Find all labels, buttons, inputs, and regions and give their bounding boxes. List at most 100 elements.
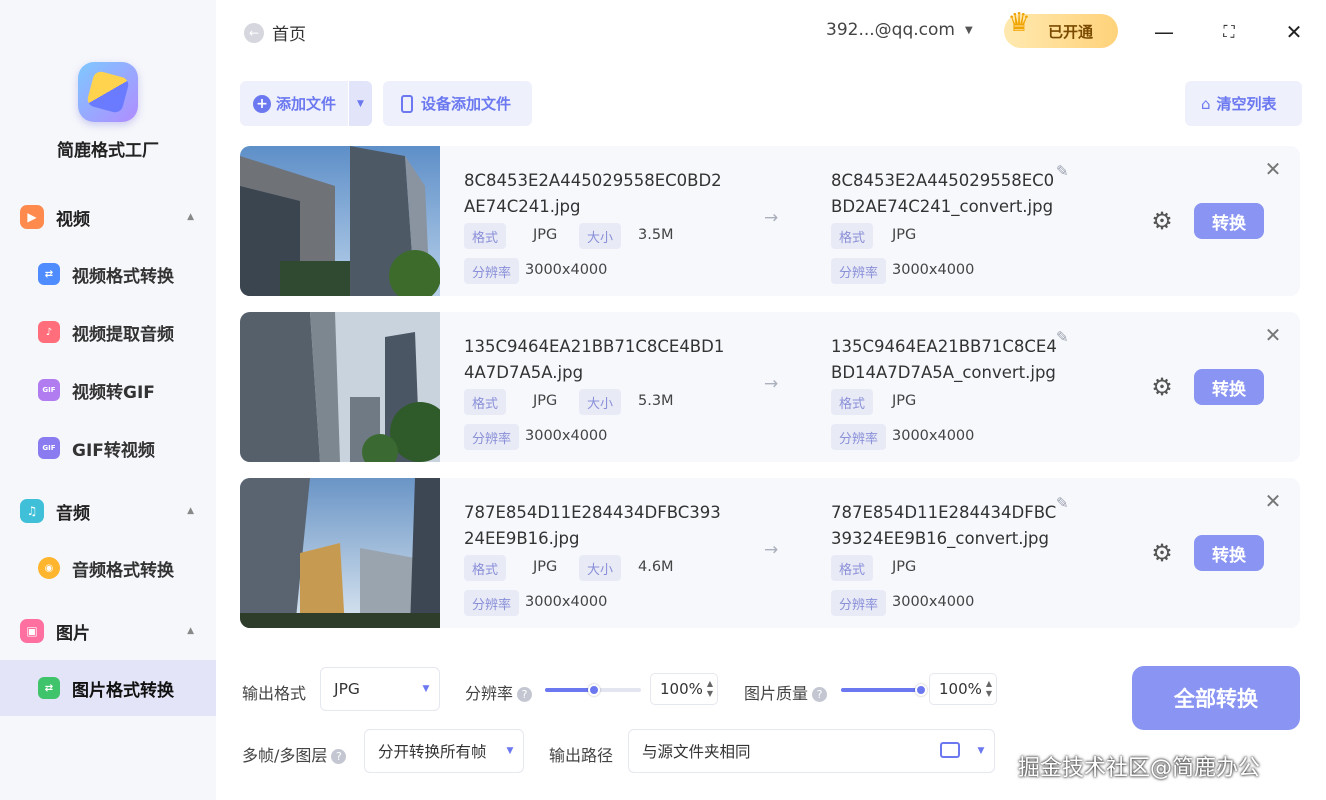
video-to-gif-icon: GIF — [38, 379, 60, 401]
convert-all-button[interactable]: 全部转换 — [1132, 666, 1300, 730]
resolution-tag: 分辨率 — [464, 258, 520, 284]
format-tag: 格式 — [831, 389, 874, 415]
remove-file-icon[interactable]: ✕ — [1262, 158, 1284, 180]
edit-name-icon[interactable]: ✎ — [1056, 328, 1069, 346]
dropdown-caret-icon: ▼ — [977, 746, 985, 756]
source-size: 4.6M — [638, 559, 674, 575]
collapse-caret-icon: ▲ — [187, 626, 194, 636]
folder-icon[interactable] — [940, 742, 960, 758]
sidebar-group-video[interactable]: ▶ 视频 ▲ — [0, 195, 216, 239]
sidebar-item-label: 图片格式转换 — [72, 680, 174, 701]
clear-list-label: 清空列表 — [1216, 95, 1277, 113]
sidebar-item-label: GIF转视频 — [72, 440, 155, 461]
dropdown-caret-icon: ▼ — [506, 746, 514, 756]
sidebar-group-label: 图片 — [56, 623, 90, 644]
resolution-label: 分辨率? — [465, 680, 533, 704]
output-filename: 787E854D11E284434DFBC39324EE9B16_convert… — [831, 503, 1057, 548]
sidebar-item-image-convert[interactable]: ⇄ 图片格式转换 — [0, 660, 216, 716]
output-resolution: 3000x4000 — [892, 594, 975, 610]
format-tag: 格式 — [464, 555, 507, 581]
add-file-dropdown[interactable]: ▼ — [348, 81, 372, 126]
maximize-icon: ⛶ — [1223, 22, 1235, 41]
edit-name-icon[interactable]: ✎ — [1056, 162, 1069, 180]
sidebar-group-audio[interactable]: ♫ 音频 ▲ — [0, 489, 216, 533]
resolution-tag: 分辨率 — [831, 590, 887, 616]
resolution-stepper[interactable]: 100% ▲ ▼ — [650, 673, 718, 705]
back-arrow-icon: ← — [244, 22, 264, 43]
output-path-select[interactable]: 与源文件夹相同 ▼ — [628, 729, 995, 773]
settings-gear-icon[interactable]: ⚙ — [1150, 209, 1174, 233]
sidebar-item-extract-audio[interactable]: ♪ 视频提取音频 — [0, 304, 216, 360]
multiframe-label: 多帧/多图层? — [242, 742, 347, 766]
output-filename: 135C9464EA21BB71C8CE4BD14A7D7A5A_convert… — [831, 337, 1057, 382]
help-icon[interactable]: ? — [517, 687, 533, 702]
settings-gear-icon[interactable]: ⚙ — [1150, 375, 1174, 399]
back-label: 首页 — [272, 25, 306, 45]
sidebar-group-label: 视频 — [56, 209, 90, 230]
source-format: JPG — [533, 393, 558, 409]
convert-button[interactable]: 转换 — [1194, 369, 1264, 405]
collapse-caret-icon: ▲ — [187, 212, 194, 222]
source-filename: 787E854D11E284434DFBC39324EE9B16.jpg — [464, 503, 721, 548]
output-format-label: 输出格式 — [242, 684, 307, 703]
size-tag: 大小 — [579, 555, 622, 581]
resolution-tag: 分辨率 — [464, 424, 520, 450]
clear-list-button[interactable]: ⌂ 清空列表 — [1185, 81, 1302, 126]
sidebar-item-label: 视频格式转换 — [72, 266, 174, 287]
maximize-button[interactable]: ⛶ — [1215, 18, 1243, 46]
slider-handle[interactable] — [588, 684, 600, 696]
source-resolution: 3000x4000 — [525, 594, 608, 610]
sidebar-group-label: 音频 — [56, 503, 90, 524]
output-resolution: 3000x4000 — [892, 262, 975, 278]
gif-to-video-icon: GIF — [38, 437, 60, 459]
size-tag: 大小 — [579, 223, 622, 249]
help-icon[interactable]: ? — [331, 749, 347, 764]
account-dropdown[interactable]: 392...@qq.com ▼ — [826, 20, 973, 40]
format-tag: 格式 — [831, 223, 874, 249]
edit-name-icon[interactable]: ✎ — [1056, 494, 1069, 512]
source-filename: 135C9464EA21BB71C8CE4BD14A7D7A5A.jpg — [464, 337, 725, 382]
remove-file-icon[interactable]: ✕ — [1262, 324, 1284, 346]
output-format-select[interactable]: JPG ▼ — [320, 667, 440, 711]
output-format: JPG — [892, 227, 917, 243]
resolution-slider[interactable] — [545, 684, 641, 696]
remove-file-icon[interactable]: ✕ — [1262, 490, 1284, 512]
resolution-tag: 分辨率 — [831, 258, 887, 284]
quality-slider[interactable] — [841, 684, 927, 696]
help-icon[interactable]: ? — [812, 687, 828, 702]
multiframe-select[interactable]: 分开转换所有帧 ▼ — [364, 729, 524, 773]
add-file-button[interactable]: + 添加文件 ▼ — [240, 81, 372, 126]
settings-gear-icon[interactable]: ⚙ — [1150, 541, 1174, 565]
quality-label: 图片质量? — [744, 680, 828, 704]
back-home-button[interactable]: ← 首页 — [244, 20, 306, 45]
dropdown-caret-icon: ▼ — [964, 24, 973, 36]
convert-button[interactable]: 转换 — [1194, 203, 1264, 239]
quality-stepper[interactable]: 100% ▲ ▼ — [929, 673, 997, 705]
sidebar-item-video-to-gif[interactable]: GIF 视频转GIF — [0, 362, 216, 418]
sidebar-item-gif-to-video[interactable]: GIF GIF转视频 — [0, 420, 216, 476]
sidebar-item-audio-convert[interactable]: ◉ 音频格式转换 — [0, 540, 216, 596]
stepper-arrows-icon[interactable]: ▲ ▼ — [707, 679, 713, 699]
device-add-file-button[interactable]: 设备添加文件 — [383, 81, 532, 126]
sidebar-item-video-convert[interactable]: ⇄ 视频格式转换 — [0, 246, 216, 302]
output-format-value: JPG — [334, 680, 360, 698]
format-tag: 格式 — [831, 555, 874, 581]
sidebar-item-label: 视频提取音频 — [72, 324, 174, 345]
minimize-icon: — — [1154, 20, 1174, 44]
arrow-right-icon: → — [764, 374, 779, 394]
slider-handle[interactable] — [915, 684, 927, 696]
sidebar-group-image[interactable]: ▣ 图片 ▲ — [0, 609, 216, 653]
minimize-button[interactable]: — — [1150, 18, 1178, 46]
vip-badge[interactable]: ♛ 已开通 — [1004, 8, 1118, 48]
source-format: JPG — [533, 227, 558, 243]
vip-status: 已开通 — [1048, 22, 1094, 41]
close-window-button[interactable]: ✕ — [1280, 18, 1308, 46]
output-resolution: 3000x4000 — [892, 428, 975, 444]
convert-button[interactable]: 转换 — [1194, 535, 1264, 571]
source-resolution: 3000x4000 — [525, 262, 608, 278]
app-logo — [78, 62, 138, 122]
output-format: JPG — [892, 393, 917, 409]
close-icon: ✕ — [1285, 20, 1303, 44]
music-icon: ♫ — [20, 499, 44, 523]
stepper-arrows-icon[interactable]: ▲ ▼ — [986, 679, 992, 699]
